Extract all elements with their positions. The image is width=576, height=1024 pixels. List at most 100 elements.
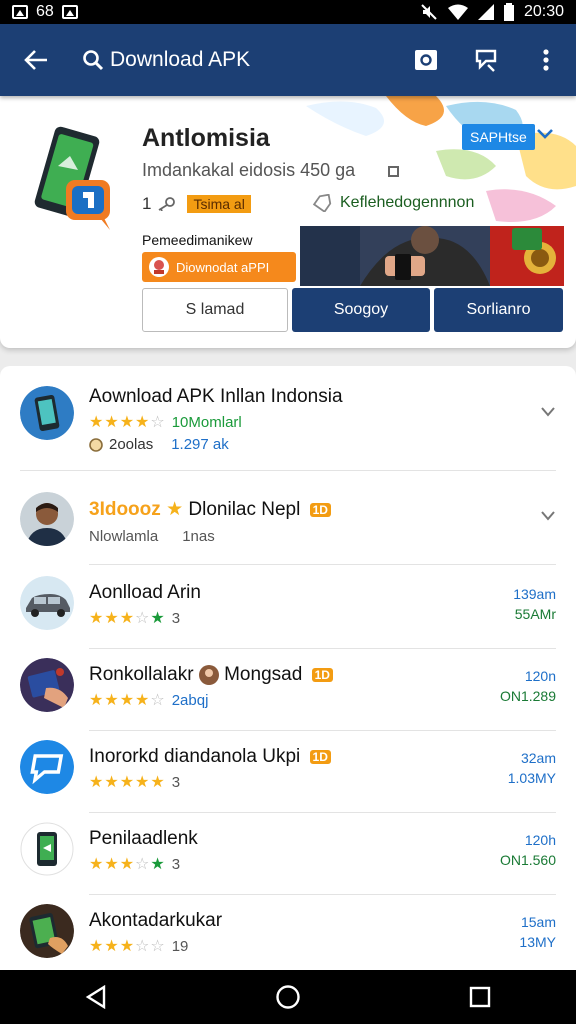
install-button[interactable]: SAPHtse <box>462 124 535 150</box>
promo-banner-image[interactable] <box>300 226 564 286</box>
nav-recents-button[interactable] <box>450 970 510 1024</box>
item-meta: 3 <box>171 855 181 873</box>
rating-stars: ★ ★ ★ ☆ ★ 3 <box>89 608 180 628</box>
star-empty-icon: ☆ <box>135 610 150 627</box>
clock: 20:30 <box>523 3 564 20</box>
item-size: ON1.560 <box>499 852 556 868</box>
app-subtitle: Imdankakal eidosis 450 ga <box>142 160 400 181</box>
tab-counter-button[interactable] <box>396 24 456 96</box>
more-vert-icon <box>543 49 549 71</box>
item-size: 13MY <box>519 934 556 950</box>
item-title-text-2: Mongsad <box>224 664 303 685</box>
developer-name: Keflehedogennnon <box>340 194 475 211</box>
divider <box>89 564 556 565</box>
navigation-bar <box>0 970 576 1024</box>
item-title-accent: 3Idoooz <box>89 499 161 520</box>
coin-icon <box>89 437 103 452</box>
search-title[interactable]: Download APK <box>82 48 250 72</box>
item-meta: 10Momlarl <box>171 413 242 431</box>
item-title: Ronkollalakr Mongsad 1D <box>89 664 333 686</box>
battery-icon <box>503 3 514 21</box>
arrow-back-icon <box>24 50 47 70</box>
signal-icon <box>477 4 494 20</box>
item-meta: 19 <box>171 937 189 955</box>
divider <box>20 470 556 471</box>
version-badge: 1D <box>309 502 331 517</box>
item-sub-blue: 1.297 ak <box>171 436 229 453</box>
star-icon: ★ <box>135 774 150 791</box>
promo-avatar-icon <box>149 257 169 277</box>
share-icon <box>475 49 497 72</box>
item-time: 32am <box>520 750 556 766</box>
star-icon: ★ <box>104 414 119 431</box>
item-sub: 2oolas 1.297 ak <box>89 436 229 453</box>
item-size: 1.03MY <box>507 770 556 786</box>
rating-stars: ★ ★ ★ ★ ★ 3 <box>89 772 180 792</box>
item-sub-extra: 1nas <box>182 528 215 545</box>
list-item[interactable]: Ronkollalakr Mongsad 1D ★ ★ ★ ★ ☆ 2abqj 120n… <box>0 650 576 732</box>
divider <box>89 812 556 813</box>
divider <box>89 648 556 649</box>
category-badge: Tsima al <box>187 195 251 213</box>
promo-download-button[interactable]: Diownodat aPPI <box>142 252 296 282</box>
star-empty-icon: ☆ <box>150 938 165 955</box>
search-icon <box>83 50 104 71</box>
list-item[interactable]: Aownload APK Inllan Indonsia ★ ★ ★ ★ ☆ 10Mom… <box>0 366 576 470</box>
item-title: Inororkd diandanola Ukpi 1D <box>89 746 331 768</box>
wifi-icon <box>447 4 468 20</box>
app-bar: Download APK <box>0 24 576 96</box>
gallery-notification-icon <box>12 5 28 19</box>
circle-home-icon <box>276 985 300 1009</box>
version-badge: 1D <box>309 749 331 764</box>
star-icon: ★ <box>119 414 135 431</box>
star-green-icon: ★ <box>150 856 165 873</box>
chat-app-icon <box>20 740 74 794</box>
nav-back-button[interactable] <box>66 970 126 1024</box>
star-empty-icon: ☆ <box>135 938 150 955</box>
primary-button-2[interactable]: Sorlianro <box>434 288 563 332</box>
item-sub: Nlowlamla 1nas <box>89 528 215 545</box>
star-icon: ★ <box>104 938 119 955</box>
tablet-game-icon <box>20 904 74 958</box>
square-recents-icon <box>469 986 491 1008</box>
star-icon: ★ <box>166 499 184 520</box>
item-title: Aonlload Arin <box>89 582 201 603</box>
item-time: 15am <box>520 914 556 930</box>
star-icon: ★ <box>104 610 119 627</box>
chevron-down-icon[interactable] <box>540 510 556 522</box>
phone-app-icon <box>20 822 74 876</box>
app-name: Antlomisia <box>142 124 270 152</box>
secondary-button[interactable]: S lamad <box>142 288 288 332</box>
developer-row[interactable]: Keflehedogennnon <box>312 194 474 212</box>
car-icon <box>20 576 74 630</box>
chevron-down-icon[interactable] <box>540 406 556 418</box>
item-sub-text: Nlowlamla <box>89 528 159 545</box>
overflow-menu-button[interactable] <box>516 24 576 96</box>
star-empty-icon: ☆ <box>135 856 150 873</box>
app-list: Aownload APK Inllan Indonsia ★ ★ ★ ★ ☆ 10Mom… <box>0 366 576 970</box>
list-item[interactable]: Penilaadlenk ★ ★ ★ ☆ ★ 3 120h ON1.560 <box>0 814 576 896</box>
item-size: 55AMr <box>514 606 556 622</box>
item-meta: 3 <box>171 609 181 627</box>
app-logo-icon <box>34 126 110 230</box>
chevron-down-icon[interactable] <box>536 128 554 140</box>
checkbox-icon <box>388 165 400 177</box>
mini-avatar-icon <box>198 664 219 685</box>
rating-stars: ★ ★ ★ ★ ☆ 10Momlarl <box>89 412 242 432</box>
star-icon: ★ <box>104 692 119 709</box>
triangle-back-icon <box>85 985 106 1009</box>
phone-app-icon <box>20 386 74 440</box>
list-item[interactable]: Aonlload Arin ★ ★ ★ ☆ ★ 3 139am 55AMr <box>0 566 576 648</box>
key-icon <box>158 197 176 211</box>
list-item[interactable]: 3Idoooz ★ Dlonilac Nepl 1D Nlowlamla 1na… <box>0 478 576 564</box>
item-time: 120n <box>524 668 556 684</box>
item-sub-text: 2oolas <box>109 436 154 453</box>
list-item[interactable]: Inororkd diandanola Ukpi 1D ★ ★ ★ ★ ★ 3 32am… <box>0 732 576 814</box>
list-item[interactable]: Akontadarkukar ★ ★ ★ ☆ ☆ 19 15am 13MY <box>0 896 576 970</box>
item-meta: 3 <box>171 773 181 791</box>
nav-home-button[interactable] <box>258 970 318 1024</box>
back-button[interactable] <box>0 24 72 96</box>
share-button[interactable] <box>456 24 516 96</box>
primary-button-1[interactable]: Soogoy <box>292 288 430 332</box>
star-icon: ★ <box>119 610 135 627</box>
